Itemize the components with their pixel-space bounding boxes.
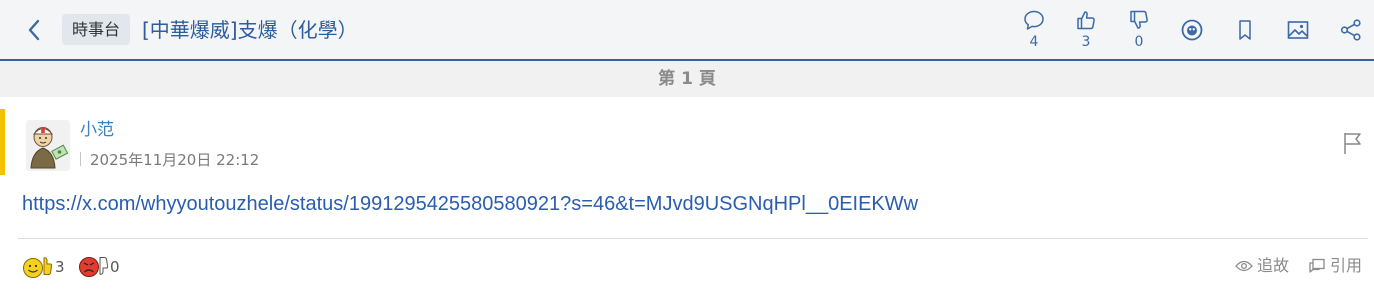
username-link[interactable]: 小范 xyxy=(80,119,114,141)
lihkg-face-button[interactable] xyxy=(1179,17,1205,43)
eye-icon xyxy=(1235,260,1253,272)
bookmark-button[interactable] xyxy=(1232,17,1258,43)
comment-count-stat: 4 xyxy=(1017,8,1051,50)
category-chip[interactable]: 時事台 xyxy=(62,14,131,45)
avatar-icon xyxy=(30,127,69,169)
page-indicator: 第 1 頁 xyxy=(0,61,1374,97)
image-button[interactable] xyxy=(1285,17,1311,43)
report-button[interactable] xyxy=(1342,130,1364,156)
follow-label: 追故 xyxy=(1257,256,1290,275)
lihkg-face-icon xyxy=(1181,19,1203,41)
angry-face-thumbs-down-icon xyxy=(79,257,109,277)
top-bar: 時事台 [中華爆威]支爆（化學） 4 3 0 xyxy=(0,0,1374,61)
quote-icon xyxy=(1309,258,1325,273)
happy-face-thumbs-up-icon xyxy=(23,257,53,278)
chevron-left-icon xyxy=(28,19,40,41)
share-button[interactable] xyxy=(1338,17,1364,43)
like-count: 3 xyxy=(1081,34,1091,50)
post-divider xyxy=(18,238,1368,239)
quote-button[interactable]: 引用 xyxy=(1308,255,1366,277)
back-button[interactable] xyxy=(22,16,46,44)
meta-separator xyxy=(80,152,81,166)
quote-label: 引用 xyxy=(1330,256,1363,275)
comment-count: 4 xyxy=(1029,34,1039,50)
dislike-reaction-count: 0 xyxy=(110,258,120,276)
like-count-stat: 3 xyxy=(1069,8,1103,50)
follow-button[interactable]: 追故 xyxy=(1235,255,1293,277)
like-reaction-count: 3 xyxy=(55,258,65,276)
comment-icon xyxy=(1024,10,1044,30)
avatar[interactable] xyxy=(26,120,70,171)
post-content-link[interactable]: https://x.com/whyyoutouzhele/status/1991… xyxy=(22,191,918,217)
dislike-count-stat: 0 xyxy=(1122,8,1156,50)
thread-title: [中華爆威]支爆（化學） xyxy=(142,18,358,42)
thumbs-up-icon xyxy=(1077,11,1095,30)
image-icon xyxy=(1287,21,1309,39)
post-card: 小范 2025年11月20日 22:12 https://x.com/whyyo… xyxy=(0,109,1374,285)
like-reaction-button[interactable]: 3 xyxy=(22,254,70,280)
thumbs-down-icon xyxy=(1130,10,1148,29)
flag-icon xyxy=(1344,133,1361,154)
share-icon xyxy=(1340,19,1361,41)
post-timestamp: 2025年11月20日 22:12 xyxy=(90,151,260,169)
post-accent-bar xyxy=(0,109,5,175)
dislike-reaction-button[interactable]: 0 xyxy=(78,254,126,280)
dislike-count: 0 xyxy=(1134,34,1144,50)
bookmark-icon xyxy=(1239,20,1251,40)
